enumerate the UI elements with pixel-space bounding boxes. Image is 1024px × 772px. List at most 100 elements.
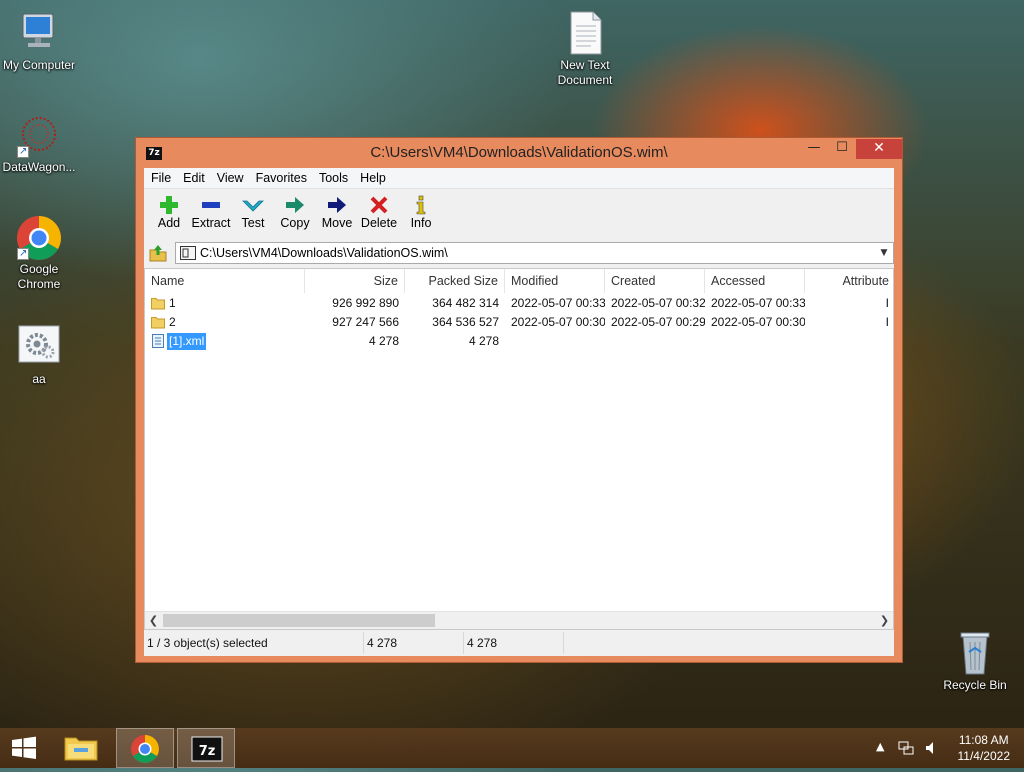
item-name: [1].xml <box>165 332 208 351</box>
menu-help[interactable]: Help <box>354 168 392 188</box>
taskbar-google-chrome[interactable] <box>116 728 174 768</box>
minus-icon <box>202 202 220 208</box>
window-client-area: File Edit View Favorites Tools Help Add … <box>144 168 894 656</box>
desktop-icon-label: Google Chrome <box>17 262 61 291</box>
network-icon[interactable] <box>898 740 914 756</box>
up-folder-button[interactable] <box>148 243 168 263</box>
desktop-icon-label: Recycle Bin <box>943 678 1007 692</box>
add-button[interactable]: Add <box>148 190 190 238</box>
desktop-icon-aa[interactable]: aa <box>0 324 81 387</box>
desktop-icon-recycle-bin[interactable]: Recycle Bin <box>933 630 1017 693</box>
minimize-button[interactable]: — <box>800 139 828 159</box>
list-item[interactable]: 2 927 247 566 364 536 527 2022-05-07 00:… <box>145 313 893 332</box>
start-button[interactable] <box>8 736 40 760</box>
item-name: 2 <box>169 315 176 329</box>
maximize-button[interactable]: ☐ <box>828 139 856 159</box>
delete-label: Delete <box>360 216 398 230</box>
list-item[interactable]: 1 926 992 890 364 482 314 2022-05-07 00:… <box>145 294 893 313</box>
menu-bar: File Edit View Favorites Tools Help <box>144 168 894 189</box>
list-header: Name Size Packed Size Modified Created A… <box>145 269 893 293</box>
scroll-left-icon[interactable]: ❮ <box>145 612 162 629</box>
status-selection: 1 / 3 object(s) selected <box>144 632 364 654</box>
item-modified: 2022-05-07 00:33 <box>511 296 605 310</box>
menu-tools[interactable]: Tools <box>313 168 354 188</box>
desktop-icon-label: aa <box>32 372 46 386</box>
system-clock[interactable]: 11:08 AM 11/4/2022 <box>958 732 1011 764</box>
menu-file[interactable]: File <box>145 168 177 188</box>
taskbar-file-explorer[interactable] <box>52 728 110 768</box>
chrome-icon <box>131 735 159 763</box>
7zip-window[interactable]: 7z C:\Users\VM4\Downloads\ValidationOS.w… <box>135 137 903 663</box>
column-packed-size[interactable]: Packed Size <box>405 269 505 293</box>
desktop-icon-my-computer[interactable]: My Computer <box>0 10 81 73</box>
speaker-icon[interactable] <box>924 740 940 756</box>
desktop-icon-new-text-document[interactable]: New Text Document <box>543 10 627 88</box>
clock-date: 11/4/2022 <box>957 749 1011 763</box>
scroll-right-icon[interactable]: ❯ <box>876 612 893 629</box>
plus-icon <box>160 196 178 214</box>
taskbar: 7z ▲ 11:08 AM 11/4/2022 <box>0 728 1024 768</box>
menu-view[interactable]: View <box>211 168 250 188</box>
computer-icon <box>15 10 63 56</box>
item-attributes: I <box>885 296 889 310</box>
column-attributes[interactable]: Attribute <box>805 269 893 293</box>
title-bar[interactable]: 7z C:\Users\VM4\Downloads\ValidationOS.w… <box>136 138 902 168</box>
chrome-icon <box>15 214 63 261</box>
desktop-icon-google-chrome[interactable]: Google Chrome <box>0 214 81 292</box>
item-accessed: 2022-05-07 00:33 <box>711 296 805 310</box>
item-packed-size: 4 278 <box>468 334 499 348</box>
item-packed-size: 364 536 527 <box>432 315 499 329</box>
desktop-icon-label: DataWagon... <box>2 160 76 174</box>
move-arrow-icon <box>328 197 346 213</box>
text-document-icon <box>561 10 609 56</box>
move-label: Move <box>321 216 353 230</box>
status-packed: 4 278 <box>464 632 564 654</box>
delete-button[interactable]: Delete <box>358 190 400 238</box>
file-list[interactable]: Name Size Packed Size Modified Created A… <box>144 268 894 630</box>
folder-icon <box>151 317 165 329</box>
chevron-down-icon[interactable]: ▼ <box>877 245 891 261</box>
desktop-icon-label: My Computer <box>2 58 76 72</box>
toolbar: Add Extract Test Copy Move Delete Info <box>144 190 894 238</box>
address-input[interactable]: C:\Users\VM4\Downloads\ValidationOS.wim\… <box>175 242 894 264</box>
file-explorer-icon <box>64 737 98 761</box>
recycle-bin-icon <box>951 630 999 676</box>
column-size[interactable]: Size <box>305 269 405 293</box>
svg-text:7z: 7z <box>199 744 216 759</box>
xml-file-icon <box>152 334 164 348</box>
desktop-icon-datawagon[interactable]: DataWagon... <box>0 112 81 175</box>
settings-file-icon <box>15 324 63 370</box>
test-button[interactable]: Test <box>232 190 274 238</box>
desktop-icon-label: New Text Document <box>557 58 613 87</box>
item-name: 1 <box>169 296 176 310</box>
list-item-selected[interactable]: [1].xml 4 278 4 278 <box>145 332 893 351</box>
delete-x-icon <box>370 196 388 214</box>
column-accessed[interactable]: Accessed <box>705 269 805 293</box>
status-bar: 1 / 3 object(s) selected 4 278 4 278 <box>144 632 894 654</box>
move-button[interactable]: Move <box>316 190 358 238</box>
horizontal-scrollbar[interactable]: ❮ ❯ <box>145 611 893 629</box>
info-button[interactable]: Info <box>400 190 442 238</box>
item-size: 926 992 890 <box>332 296 399 310</box>
extract-button[interactable]: Extract <box>190 190 232 238</box>
menu-favorites[interactable]: Favorites <box>250 168 313 188</box>
scrollbar-thumb[interactable] <box>163 614 435 627</box>
column-modified[interactable]: Modified <box>505 269 605 293</box>
close-button[interactable]: ✕ <box>856 139 902 159</box>
tray-expand-icon[interactable]: ▲ <box>876 740 884 753</box>
address-text: C:\Users\VM4\Downloads\ValidationOS.wim\ <box>200 246 448 260</box>
item-created: 2022-05-07 00:29 <box>611 315 705 329</box>
item-size: 4 278 <box>368 334 399 348</box>
address-bar: C:\Users\VM4\Downloads\ValidationOS.wim\… <box>144 240 894 266</box>
copy-button[interactable]: Copy <box>274 190 316 238</box>
archive-icon <box>180 246 196 260</box>
shortcut-arrow-icon <box>17 144 29 159</box>
taskbar-7zip[interactable]: 7z <box>177 728 235 768</box>
column-name[interactable]: Name <box>145 269 305 293</box>
clock-time: 11:08 AM <box>958 733 1009 747</box>
menu-edit[interactable]: Edit <box>177 168 211 188</box>
up-folder-icon <box>149 245 167 262</box>
copy-arrow-icon <box>286 197 304 213</box>
column-created[interactable]: Created <box>605 269 705 293</box>
item-packed-size: 364 482 314 <box>432 296 499 310</box>
